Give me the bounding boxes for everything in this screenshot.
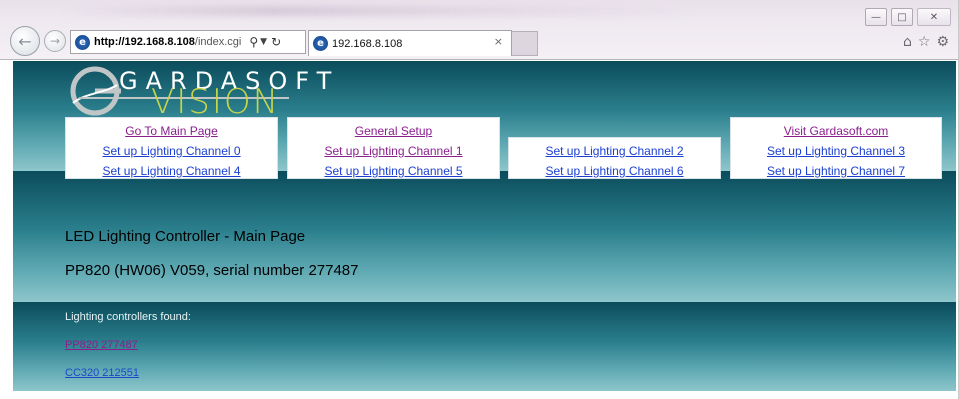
page-title: LED Lighting Controller - Main Page: [65, 228, 306, 245]
address-url-path: /index.cgi: [194, 36, 242, 48]
go-to-main-page-link[interactable]: Go To Main Page: [66, 124, 277, 138]
tab-close-icon[interactable]: ×: [494, 35, 503, 48]
close-icon[interactable]: ✕: [917, 8, 951, 26]
controller-link[interactable]: CC320 212551: [65, 367, 139, 379]
search-icon[interactable]: ⚲: [249, 35, 258, 49]
channel-3-link[interactable]: Set up Lighting Channel 3: [731, 144, 941, 158]
browser-chrome: — □ ✕ ← → e http://192.168.8.108/index.c…: [0, 0, 958, 60]
chevron-down-icon[interactable]: ▼: [260, 37, 267, 47]
back-arrow-icon[interactable]: ←: [10, 26, 40, 56]
nav-box-1: Go To Main Page Set up Lighting Channel …: [65, 117, 278, 179]
controller-link[interactable]: PP820 277487: [65, 339, 138, 351]
tab-title: 192.168.8.108: [332, 37, 403, 50]
browser-tab[interactable]: e 192.168.8.108 ×: [308, 30, 512, 56]
channel-2-link[interactable]: Set up Lighting Channel 2: [509, 144, 720, 158]
home-icon[interactable]: ⌂: [903, 34, 912, 50]
general-setup-link[interactable]: General Setup: [288, 124, 499, 138]
device-info: PP820 (HW06) V059, serial number 277487: [65, 262, 359, 279]
maximize-icon[interactable]: □: [891, 8, 913, 26]
channel-1-link[interactable]: Set up Lighting Channel 1: [288, 144, 499, 158]
refresh-icon[interactable]: ↻: [271, 35, 281, 49]
controllers-found-label: Lighting controllers found:: [65, 311, 191, 323]
channel-0-link[interactable]: Set up Lighting Channel 0: [66, 144, 277, 158]
channel-5-link[interactable]: Set up Lighting Channel 5: [288, 164, 499, 178]
logo-wordmark-bottom: VISION: [151, 82, 281, 122]
gardasoft-logo: GARDASOFT VISION: [65, 63, 331, 122]
visit-gardasoft-link[interactable]: Visit Gardasoft.com: [731, 124, 941, 138]
channel-7-link[interactable]: Set up Lighting Channel 7: [731, 164, 941, 178]
address-url-host: http://192.168.8.108: [94, 36, 195, 48]
title-bar-background: [60, 6, 700, 16]
toolbar-right-icons: ⌂ ☆ ⚙: [903, 34, 949, 50]
nav-box-2: General Setup Set up Lighting Channel 1 …: [287, 117, 500, 179]
address-url[interactable]: http://192.168.8.108/index.cgi: [94, 36, 241, 48]
channel-6-link[interactable]: Set up Lighting Channel 6: [509, 164, 720, 178]
channel-4-link[interactable]: Set up Lighting Channel 4: [66, 164, 277, 178]
page-viewport: GARDASOFT VISION Go To Main Page Set up …: [0, 61, 958, 399]
new-tab-button[interactable]: [512, 31, 538, 56]
settings-gear-icon[interactable]: ⚙: [936, 34, 949, 50]
favorites-star-icon[interactable]: ☆: [918, 34, 931, 50]
nav-box-4: Visit Gardasoft.com Set up Lighting Chan…: [730, 117, 942, 179]
tab-site-icon: e: [313, 36, 328, 51]
address-bar[interactable]: e http://192.168.8.108/index.cgi ⚲ ▼ ↻: [70, 30, 306, 54]
window-controls: — □ ✕: [865, 8, 951, 28]
minimize-icon[interactable]: —: [865, 8, 887, 26]
web-page: GARDASOFT VISION Go To Main Page Set up …: [13, 61, 956, 391]
browser-window: — □ ✕ ← → e http://192.168.8.108/index.c…: [0, 0, 959, 399]
forward-arrow-icon[interactable]: →: [44, 30, 66, 52]
nav-box-3: Set up Lighting Channel 2 Set up Lightin…: [508, 137, 721, 179]
site-icon: e: [75, 34, 90, 50]
